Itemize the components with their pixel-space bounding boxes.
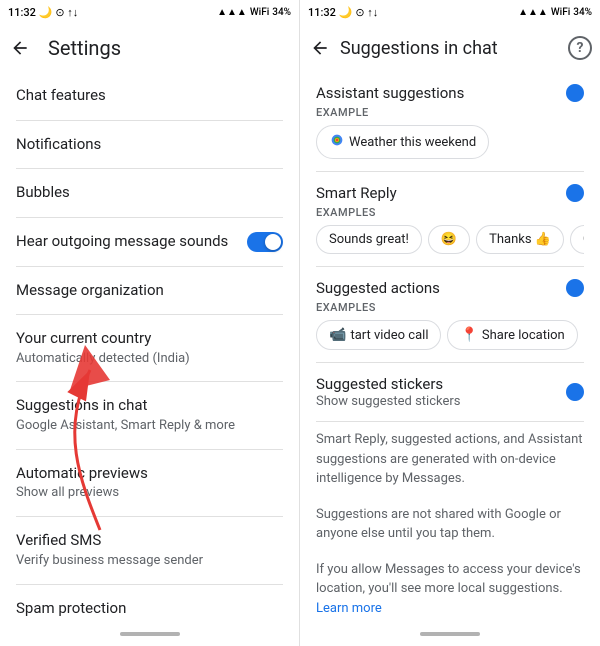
description-2: Suggestions are not shared with Google o… xyxy=(300,497,600,552)
settings-item-verified-sms[interactable]: Verified SMS Verify business message sen… xyxy=(0,517,299,583)
description-1: Smart Reply, suggested actions, and Assi… xyxy=(300,422,600,497)
settings-item-auto-previews[interactable]: Automatic previews Show all previews xyxy=(0,450,299,516)
chip-thanks[interactable]: Thanks 👍 xyxy=(476,225,564,254)
left-bottom-bar xyxy=(0,626,299,646)
description-3: If you allow Messages to access your dev… xyxy=(300,552,600,627)
left-toolbar-title: Settings xyxy=(48,36,121,60)
assistant-suggestions-title: Assistant suggestions xyxy=(316,84,464,102)
suggested-actions-toggle[interactable] xyxy=(566,279,584,297)
section-smart-reply: Smart Reply EXAMPLES Sounds great! 😆 Tha… xyxy=(300,172,600,266)
left-panel-wrapper: 11:32 🌙 ⊙ ↑↓ ▲▲▲ WiFi 34% Settings Chat … xyxy=(0,0,300,646)
left-time: 11:32 xyxy=(8,6,36,19)
right-toolbar: Suggestions in chat ? xyxy=(300,24,600,72)
chip-sounds-great-label: Sounds great! xyxy=(329,232,409,247)
settings-item-notifications[interactable]: Notifications xyxy=(0,121,299,169)
suggested-stickers-toggle[interactable] xyxy=(566,383,584,401)
suggested-stickers-subtitle: Show suggested stickers xyxy=(316,394,460,409)
settings-item-suggestions[interactable]: Suggestions in chat Google Assistant, Sm… xyxy=(0,382,299,448)
left-signal: ▲▲▲ xyxy=(217,7,247,18)
chip-thanks-label: Thanks 👍 xyxy=(489,232,551,247)
right-wifi: WiFi xyxy=(551,7,570,18)
right-status-icons: 🌙 ⊙ ↑↓ xyxy=(339,6,378,19)
left-panel: 11:32 🌙 ⊙ ↑↓ ▲▲▲ WiFi 34% Settings Chat … xyxy=(0,0,300,646)
right-panel: 11:32 🌙 ⊙ ↑↓ ▲▲▲ WiFi 34% Suggestions in… xyxy=(300,0,600,646)
settings-item-chat-features[interactable]: Chat features xyxy=(0,72,299,120)
left-toolbar: Settings xyxy=(0,24,299,72)
chip-video-call[interactable]: 📹 tart video call xyxy=(316,320,441,350)
chip-good-morn-label: Good morn xyxy=(583,232,584,247)
right-time: 11:32 xyxy=(308,6,336,19)
right-battery: 34% xyxy=(573,7,592,18)
video-call-icon: 📹 xyxy=(329,327,346,343)
right-home-indicator xyxy=(420,632,480,636)
chip-share-location[interactable]: 📍 Share location xyxy=(447,320,577,350)
section-suggested-stickers: Suggested stickers Show suggested sticke… xyxy=(300,363,600,421)
assistant-suggestions-toggle[interactable] xyxy=(566,84,584,102)
section-suggested-actions: Suggested actions EXAMPLES 📹 tart video … xyxy=(300,267,600,362)
right-signal: ▲▲▲ xyxy=(518,7,548,18)
share-location-icon: 📍 xyxy=(460,327,477,343)
suggested-actions-title: Suggested actions xyxy=(316,279,440,297)
hear-sounds-toggle[interactable] xyxy=(247,232,283,252)
chip-laugh-icon: 😆 xyxy=(441,232,457,247)
smart-reply-title: Smart Reply xyxy=(316,184,397,202)
right-back-button[interactable] xyxy=(308,36,332,60)
section-assistant-suggestions: Assistant suggestions EXAMPLE Weather th… xyxy=(300,72,600,171)
chip-video-call-label: tart video call xyxy=(350,328,428,343)
right-content: Assistant suggestions EXAMPLE Weather th… xyxy=(300,72,600,626)
settings-item-spam-protection[interactable]: Spam protection xyxy=(0,585,299,626)
chip-weather-label: Weather this weekend xyxy=(349,135,476,150)
smart-reply-chips: Sounds great! 😆 Thanks 👍 Good morn xyxy=(316,225,584,254)
chip-laugh[interactable]: 😆 xyxy=(428,225,470,254)
assistant-example-label: EXAMPLE xyxy=(316,106,584,119)
left-status-icons: 🌙 ⊙ ↑↓ xyxy=(39,6,78,19)
right-bottom-bar xyxy=(300,626,600,646)
right-toolbar-title: Suggestions in chat xyxy=(340,38,498,59)
left-wifi: WiFi xyxy=(250,7,269,18)
settings-list: Chat features Notifications Bubbles Hear… xyxy=(0,72,299,626)
chip-weather[interactable]: Weather this weekend xyxy=(316,125,489,159)
chip-share-location-label: Share location xyxy=(482,328,565,343)
smart-reply-toggle[interactable] xyxy=(566,184,584,202)
settings-item-current-country[interactable]: Your current country Automatically detec… xyxy=(0,315,299,381)
settings-item-bubbles[interactable]: Bubbles xyxy=(0,169,299,217)
help-icon[interactable]: ? xyxy=(568,36,592,60)
chip-good-morn[interactable]: Good morn xyxy=(570,225,584,254)
smart-reply-example-label: EXAMPLES xyxy=(316,206,584,219)
chip-sounds-great[interactable]: Sounds great! xyxy=(316,225,422,254)
right-status-bar: 11:32 🌙 ⊙ ↑↓ ▲▲▲ WiFi 34% xyxy=(300,0,600,24)
left-home-indicator xyxy=(120,632,180,636)
left-back-button[interactable] xyxy=(8,36,32,60)
learn-more-link[interactable]: Learn more xyxy=(316,601,382,616)
suggested-actions-example-label: EXAMPLES xyxy=(316,301,584,314)
settings-item-message-organization[interactable]: Message organization xyxy=(0,267,299,315)
suggested-actions-chips: 📹 tart video call 📍 Share location 🔍 Hah… xyxy=(316,320,584,350)
left-battery: 34% xyxy=(272,7,291,18)
suggested-stickers-title: Suggested stickers xyxy=(316,375,460,393)
assistant-chips: Weather this weekend xyxy=(316,125,584,159)
left-status-bar: 11:32 🌙 ⊙ ↑↓ ▲▲▲ WiFi 34% xyxy=(0,0,299,24)
settings-item-hear-sounds[interactable]: Hear outgoing message sounds xyxy=(0,218,299,266)
assistant-chip-icon xyxy=(329,132,345,152)
